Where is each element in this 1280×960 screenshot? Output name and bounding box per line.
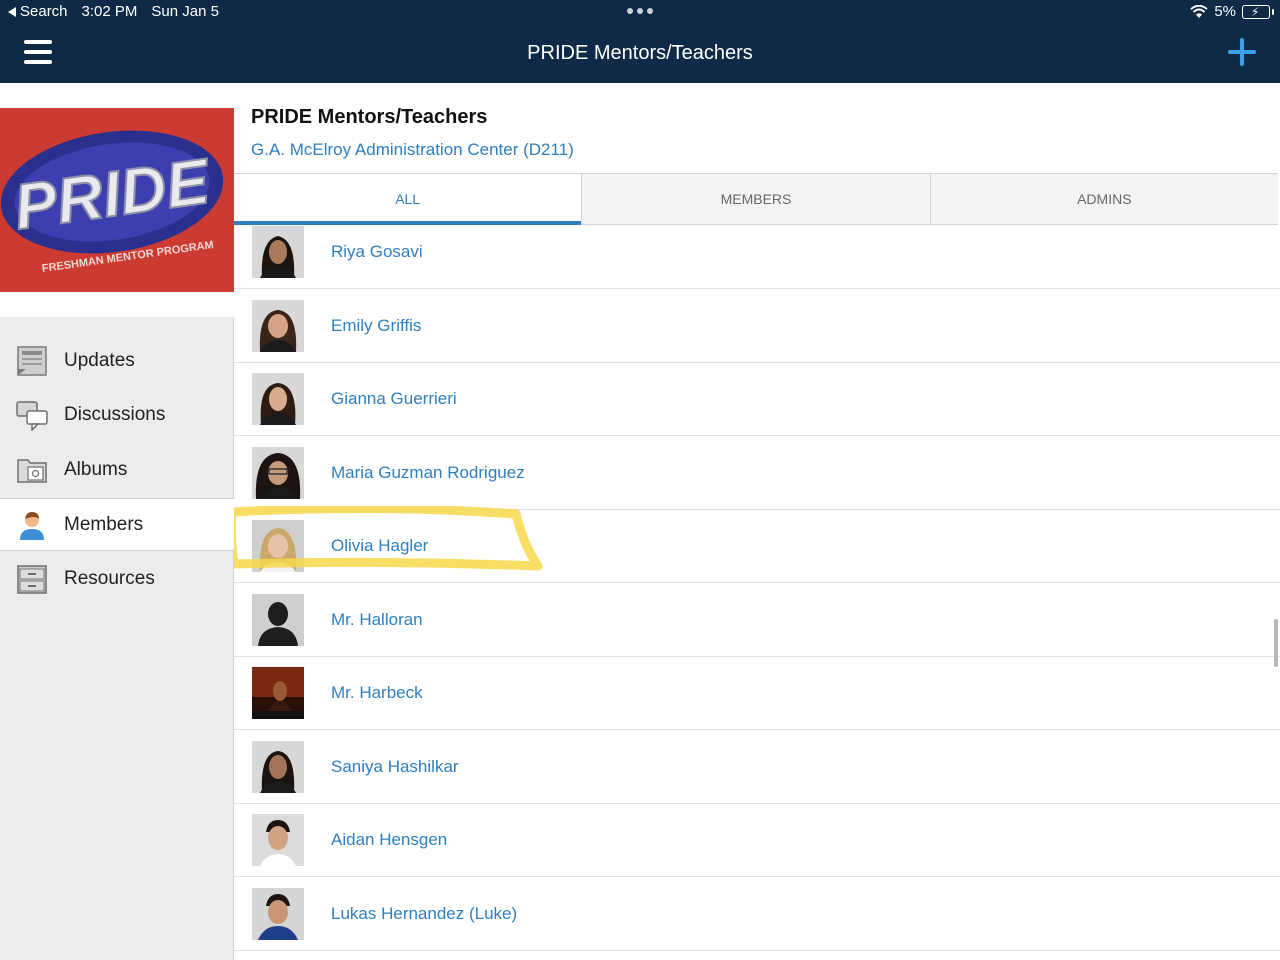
member-tabs: ALL MEMBERS ADMINS [234,173,1278,225]
member-row[interactable]: Saniya Hashilkar [234,731,1280,804]
member-row[interactable]: Mr. Halloran [234,584,1280,657]
member-name: Emily Griffis [331,316,422,335]
member-row[interactable]: Gianna Guerrieri [234,363,1280,436]
sidebar-item-members[interactable]: Members [0,498,234,551]
status-left: Search 3:02 PM Sun Jan 5 [8,3,219,20]
sidebar-item-albums[interactable]: Albums [0,443,234,496]
member-name: Saniya Hashilkar [331,757,459,776]
member-list: Riya Gosavi Emily Griffis Gianna Guerrie… [234,226,1280,960]
member-name: Riya Gosavi [331,242,423,261]
multitasking-dots-icon[interactable] [627,8,653,14]
member-avatar [252,226,304,278]
battery-icon: ⚡ [1242,4,1274,19]
member-name: Lukas Hernandez (Luke) [331,904,518,923]
sidebar-item-updates[interactable]: Updates [0,334,234,387]
battery-percent: 5% [1214,3,1236,20]
member-name: Maria Guzman Rodriguez [331,463,525,482]
member-row[interactable]: Lukas Hernandez (Luke) [234,878,1280,951]
sidebar-item-label: Updates [64,349,135,371]
wifi-icon [1190,4,1208,19]
group-title: PRIDE Mentors/Teachers [251,106,488,128]
member-row[interactable]: Mr. Harbeck [234,657,1280,730]
tab-members[interactable]: MEMBERS [582,174,931,224]
sidebar: PRIDE FRESHMAN MENTOR PROGRAM Updates Di… [0,83,234,960]
resources-icon [17,564,47,594]
scrollbar[interactable] [1274,619,1278,667]
albums-icon [17,458,47,483]
status-bar: Search 3:02 PM Sun Jan 5 5% ⚡ [0,0,1280,24]
back-arrow-icon [8,6,16,17]
member-name: Mr. Harbeck [331,683,423,702]
sidebar-item-discussions[interactable]: Discussions [0,388,234,441]
member-avatar [252,814,304,866]
members-icon [20,511,44,540]
default-avatar-icon [252,594,304,646]
tab-admins[interactable]: ADMINS [931,174,1278,224]
back-to-search-link[interactable]: Search [8,3,68,20]
page-title: PRIDE Mentors/Teachers [527,42,753,64]
member-avatar [252,373,304,425]
sidebar-item-label: Resources [64,567,155,589]
status-right: 5% ⚡ [1190,3,1274,20]
updates-icon [17,345,47,376]
member-avatar [252,447,304,499]
member-name: Aidan Hensgen [331,830,448,849]
member-name: Olivia Hagler [331,536,429,555]
member-avatar [252,520,304,572]
member-row-highlighted[interactable]: Olivia Hagler [234,510,1280,583]
status-date: Sun Jan 5 [151,3,219,20]
member-avatar [252,300,304,352]
add-button[interactable] [1228,38,1256,66]
member-row[interactable]: Maria Guzman Rodriguez [234,437,1280,510]
member-name: Mr. Halloran [331,610,423,629]
group-logo: PRIDE FRESHMAN MENTOR PROGRAM [0,108,234,292]
top-bar: Search 3:02 PM Sun Jan 5 5% ⚡ PRIDE Ment… [0,0,1280,83]
sidebar-item-label: Discussions [64,403,166,425]
member-row[interactable]: Riya Gosavi [234,226,1280,289]
sidebar-item-resources[interactable]: Resources [0,552,234,605]
main-content: PRIDE Mentors/Teachers G.A. McElroy Admi… [234,83,1280,960]
member-avatar [252,888,304,940]
member-row[interactable]: Aidan Hensgen [234,804,1280,877]
group-location-link[interactable]: G.A. McElroy Administration Center (D211… [251,140,574,160]
sidebar-item-label: Members [64,513,144,535]
member-avatar [252,667,304,719]
back-label: Search [20,3,68,20]
sidebar-item-label: Albums [64,458,128,480]
discussions-icon [16,400,48,431]
member-name: Gianna Guerrieri [331,389,457,408]
tab-all[interactable]: ALL [234,174,583,225]
status-time: 3:02 PM [81,3,138,20]
member-avatar [252,741,304,793]
sidebar-nav: Updates Discussions Albums Members Resou… [0,317,234,960]
member-row[interactable]: Emily Griffis [234,290,1280,363]
